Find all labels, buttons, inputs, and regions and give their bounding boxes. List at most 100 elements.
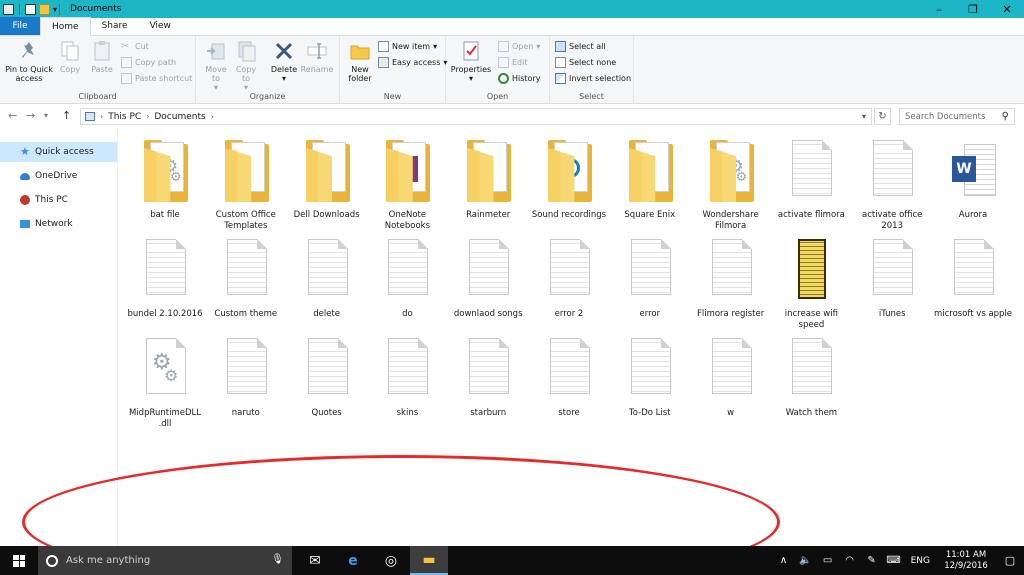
volume-icon[interactable]: 🔈 [795,555,817,566]
nav-item-onedrive[interactable]: OneDrive [0,166,117,186]
pen-icon[interactable]: ✎ [861,555,883,566]
cortana-search-box[interactable]: Ask me anything 🎙 [38,546,292,575]
history-button[interactable]: History [498,73,540,84]
file-item[interactable]: N OneNote Notebooks [367,138,447,234]
file-item[interactable]: Quotes [287,336,367,432]
paste-button[interactable]: Paste [88,39,116,74]
properties-button[interactable]: Properties ▾ [450,39,492,83]
file-item[interactable]: microsoft vs apple [933,237,1013,333]
file-item[interactable]: ⚙⚙ bat file [125,138,205,234]
breadcrumb-documents[interactable]: Documents [154,112,205,122]
file-item[interactable]: ⚙⚙ Wondershare Filmora [691,138,771,234]
nav-item-network[interactable]: Network [0,214,117,234]
file-item[interactable]: skins [367,336,447,432]
show-hidden-icons-chevron-icon[interactable]: ∧ [773,555,795,566]
file-item[interactable]: Custom theme [206,237,286,333]
tab-view[interactable]: View [139,17,182,35]
file-item[interactable]: bundel 2.10.2016 [125,237,205,333]
minimize-button[interactable]: – [922,0,956,18]
mail-taskbar-icon[interactable]: ✉ [296,546,334,575]
tab-share[interactable]: Share [91,17,139,35]
file-item[interactable]: error 2 [529,237,609,333]
new-folder-button[interactable]: New folder [344,39,376,83]
file-name-label: To-Do List [629,408,671,418]
icon-part [388,338,429,394]
file-item[interactable]: downlaod songs [448,237,528,333]
file-item[interactable]: naruto [206,336,286,432]
copy-path-button[interactable]: Copy path [121,57,176,68]
file-item[interactable]: activate office 2013 [852,138,932,234]
recent-locations-chevron-icon[interactable]: ▾ [44,111,48,120]
delete-button[interactable]: Delete ▾ [268,39,300,83]
restore-button[interactable]: ❐ [956,0,990,18]
history-icon [498,73,509,84]
icon-part [711,239,752,295]
file-item[interactable]: Sound recordings [529,138,609,234]
address-dropdown-chevron-icon[interactable]: ▾ [862,112,866,121]
move-to-button[interactable]: Move to ▾ [202,39,230,92]
copy-button[interactable]: Copy [56,39,84,74]
nav-item-quick-access[interactable]: ★ Quick access [0,142,117,162]
start-button[interactable] [0,546,38,575]
close-button[interactable]: ✕ [990,0,1024,18]
battery-icon[interactable]: ▭ [817,555,839,566]
file-item[interactable]: increase wifi speed [771,237,851,333]
wifi-icon[interactable]: ◠ [839,555,861,566]
file-item[interactable]: iTunes [852,237,932,333]
up-arrow-icon[interactable]: ↑ [62,109,71,122]
file-item[interactable]: store [529,336,609,432]
clock[interactable]: 11:01 AM 12/9/2016 [936,550,996,572]
file-item[interactable]: W Aurora [933,138,1013,234]
file-item[interactable]: starburn [448,336,528,432]
copy-label: Copy [59,65,81,74]
nav-item-this-pc[interactable]: This PC [0,190,117,210]
breadcrumb-this-pc[interactable]: This PC [108,112,141,122]
groove-taskbar-icon[interactable]: ◎ [372,546,410,575]
file-item[interactable]: error [610,237,690,333]
refresh-button[interactable]: ↻ [874,108,891,125]
rename-button[interactable]: Rename [300,39,334,74]
select-none-button[interactable]: Select none [555,57,616,68]
search-input[interactable]: Search Documents ⚲ [899,108,1015,125]
file-explorer-taskbar-icon[interactable]: ▬ [410,546,448,575]
keyboard-icon[interactable]: ⌨ [883,555,905,566]
file-item[interactable]: ⚙ ⚙ MidpRuntimeDLL .dll [125,336,205,432]
nav-item-label: This PC [35,195,68,205]
select-all-button[interactable]: Select all [555,41,606,52]
paste-shortcut-button[interactable]: Paste shortcut [121,73,192,84]
select-group: Select all Select none Invert selection … [550,36,634,104]
tab-file[interactable]: File [0,17,40,35]
new-folder-icon[interactable] [39,3,50,15]
cut-button[interactable]: ✂ Cut [121,41,149,52]
copy-to-button[interactable]: Copy to ▾ [232,39,260,92]
file-item[interactable]: do [367,237,447,333]
file-item[interactable]: Flimora register [691,237,771,333]
open-button[interactable]: Open ▾ [498,41,540,52]
tab-home[interactable]: Home [40,17,91,36]
action-center-icon[interactable]: ▢ [996,554,1024,567]
file-item[interactable]: Rainmeter [448,138,528,234]
file-item[interactable]: Dell Downloads [287,138,367,234]
file-item[interactable]: activate flimora [771,138,851,234]
quick-access-toolbar: ▾ [0,3,57,15]
edge-taskbar-icon[interactable]: e [334,546,372,575]
file-item[interactable]: w [691,336,771,432]
file-item[interactable]: delete [287,237,367,333]
forward-arrow-icon[interactable]: → [26,109,35,122]
file-item[interactable]: Watch them [771,336,851,432]
language-indicator[interactable]: ENG [905,556,936,566]
address-bar[interactable]: › This PC › Documents › ▾ [80,108,872,125]
new-item-button[interactable]: New item ▾ [378,41,437,52]
microphone-icon[interactable]: 🎙 [271,554,284,565]
file-item[interactable]: Custom Office Templates [206,138,286,234]
customize-toolbar-chevron-icon[interactable]: ▾ [53,5,57,14]
invert-selection-button[interactable]: Invert selection [555,73,631,84]
pin-to-quick-access-button[interactable]: Pin to Quick access [4,39,54,83]
icon-part [792,140,833,196]
file-item[interactable]: Square Enix [610,138,690,234]
file-item[interactable]: To-Do List [610,336,690,432]
easy-access-button[interactable]: Easy access ▾ [378,57,447,68]
back-arrow-icon[interactable]: ← [8,109,17,122]
edit-button[interactable]: Edit [498,57,528,68]
properties-check-icon[interactable] [25,3,36,15]
